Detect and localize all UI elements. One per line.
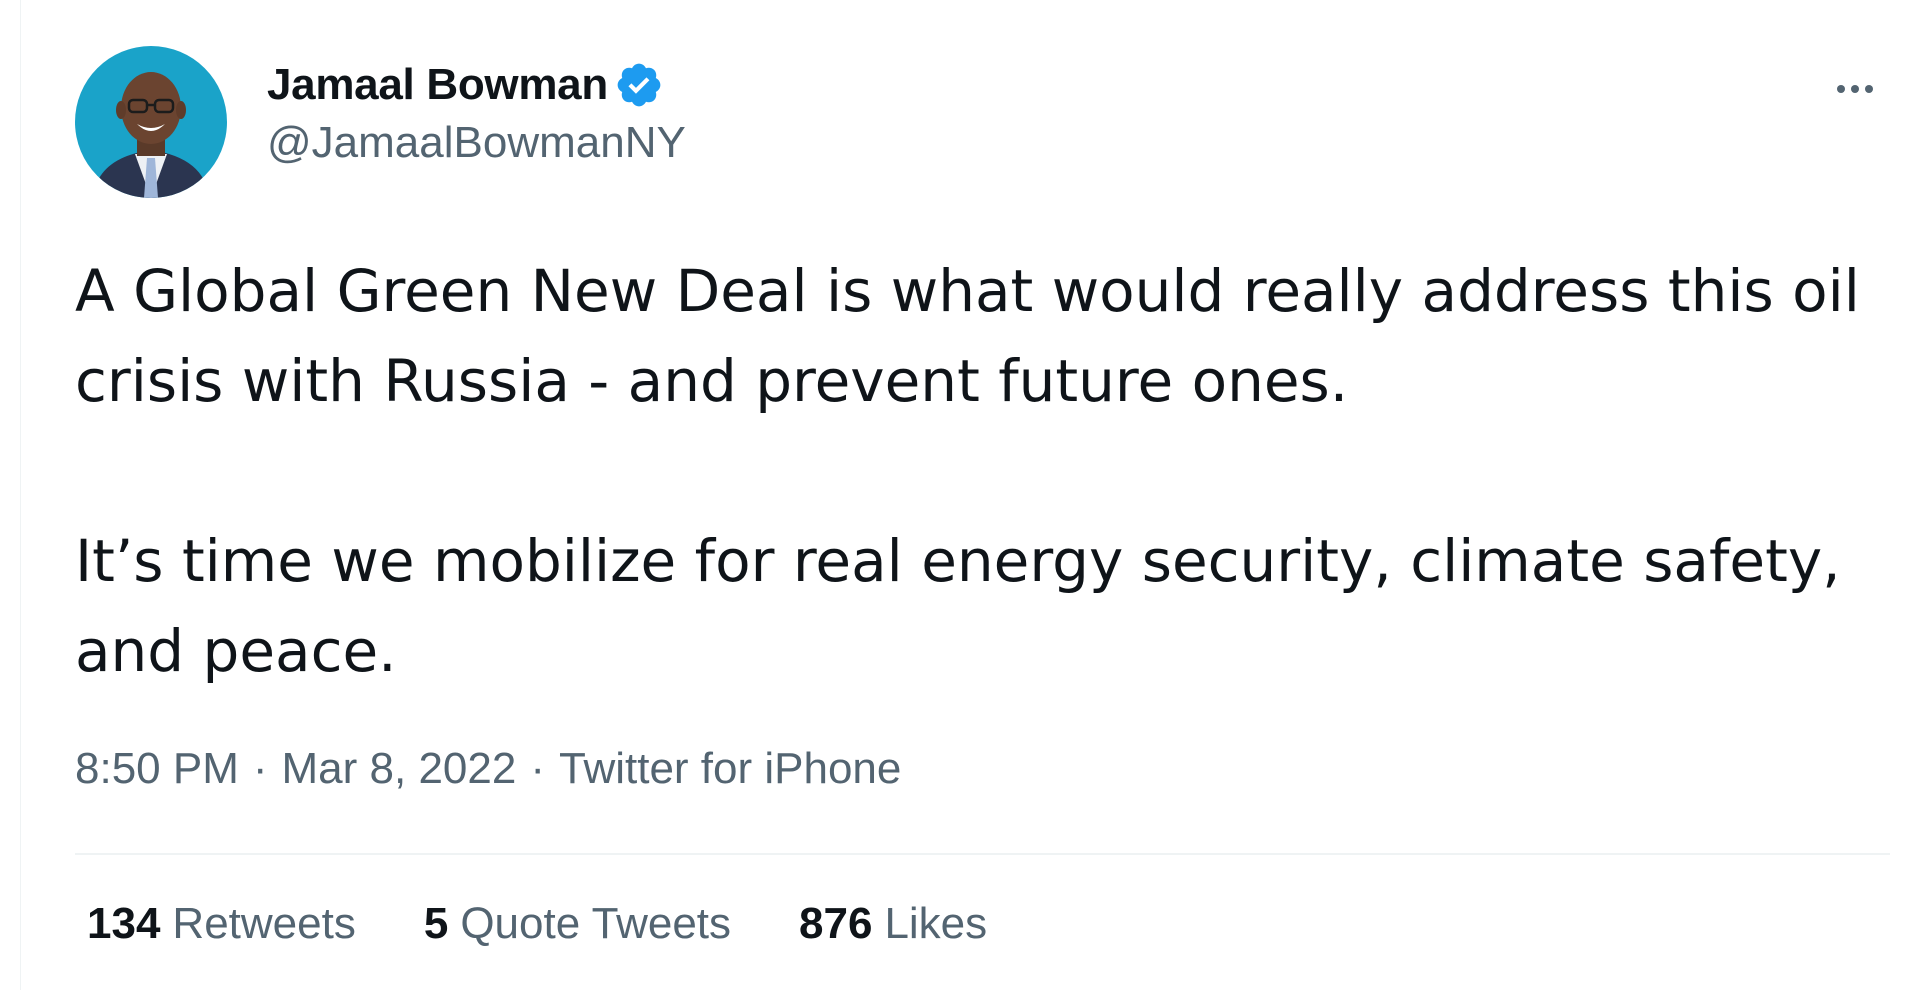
more-options-button[interactable]	[1820, 64, 1890, 114]
retweets-label: Retweets	[172, 899, 356, 948]
more-dot-icon	[1865, 85, 1873, 93]
tweet-metadata: 8:50 PM · Mar 8, 2022 · Twitter for iPho…	[75, 741, 1890, 797]
tweet-time[interactable]: 8:50 PM	[75, 744, 239, 794]
likes-stat[interactable]: 876 Likes	[799, 899, 987, 949]
author-name-row[interactable]: Jamaal Bowman	[267, 58, 686, 112]
likes-label: Likes	[884, 899, 988, 948]
tweet-paragraph: A Global Green New Deal is what would re…	[75, 257, 1860, 415]
more-dot-icon	[1851, 85, 1859, 93]
likes-count: 876	[799, 899, 873, 948]
tweet-source[interactable]: Twitter for iPhone	[559, 744, 901, 794]
tweet-header: Jamaal Bowman @JamaalBowmanNY	[75, 46, 1890, 198]
verified-badge-icon	[614, 60, 664, 110]
quote-tweets-count: 5	[423, 899, 449, 948]
tweet-text: A Global Green New Deal is what would re…	[75, 246, 1875, 696]
divider	[75, 853, 1890, 855]
tweet-date[interactable]: Mar 8, 2022	[282, 744, 517, 794]
meta-separator: ·	[252, 744, 268, 793]
tweet-stats: 134 Retweets 5 Quote Tweets 876 Likes	[75, 899, 1890, 949]
more-dot-icon	[1837, 85, 1845, 93]
tweet-paragraph: It’s time we mobilize for real energy se…	[75, 527, 1841, 685]
tweet-detail: Jamaal Bowman @JamaalBowmanNY A Global G…	[75, 46, 1890, 949]
avatar-image	[75, 46, 227, 198]
timeline-border	[20, 0, 21, 990]
author-names: Jamaal Bowman @JamaalBowmanNY	[267, 58, 686, 168]
author-display-name[interactable]: Jamaal Bowman	[267, 60, 608, 110]
retweets-stat[interactable]: 134 Retweets	[87, 899, 356, 949]
retweets-count: 134	[87, 899, 161, 948]
author-handle[interactable]: @JamaalBowmanNY	[267, 118, 686, 168]
avatar[interactable]	[75, 46, 227, 198]
quote-tweets-label: Quote Tweets	[460, 899, 732, 948]
tweet-page: Jamaal Bowman @JamaalBowmanNY A Global G…	[0, 0, 1920, 990]
quote-tweets-stat[interactable]: 5 Quote Tweets	[424, 899, 731, 949]
meta-separator: ·	[530, 744, 545, 793]
